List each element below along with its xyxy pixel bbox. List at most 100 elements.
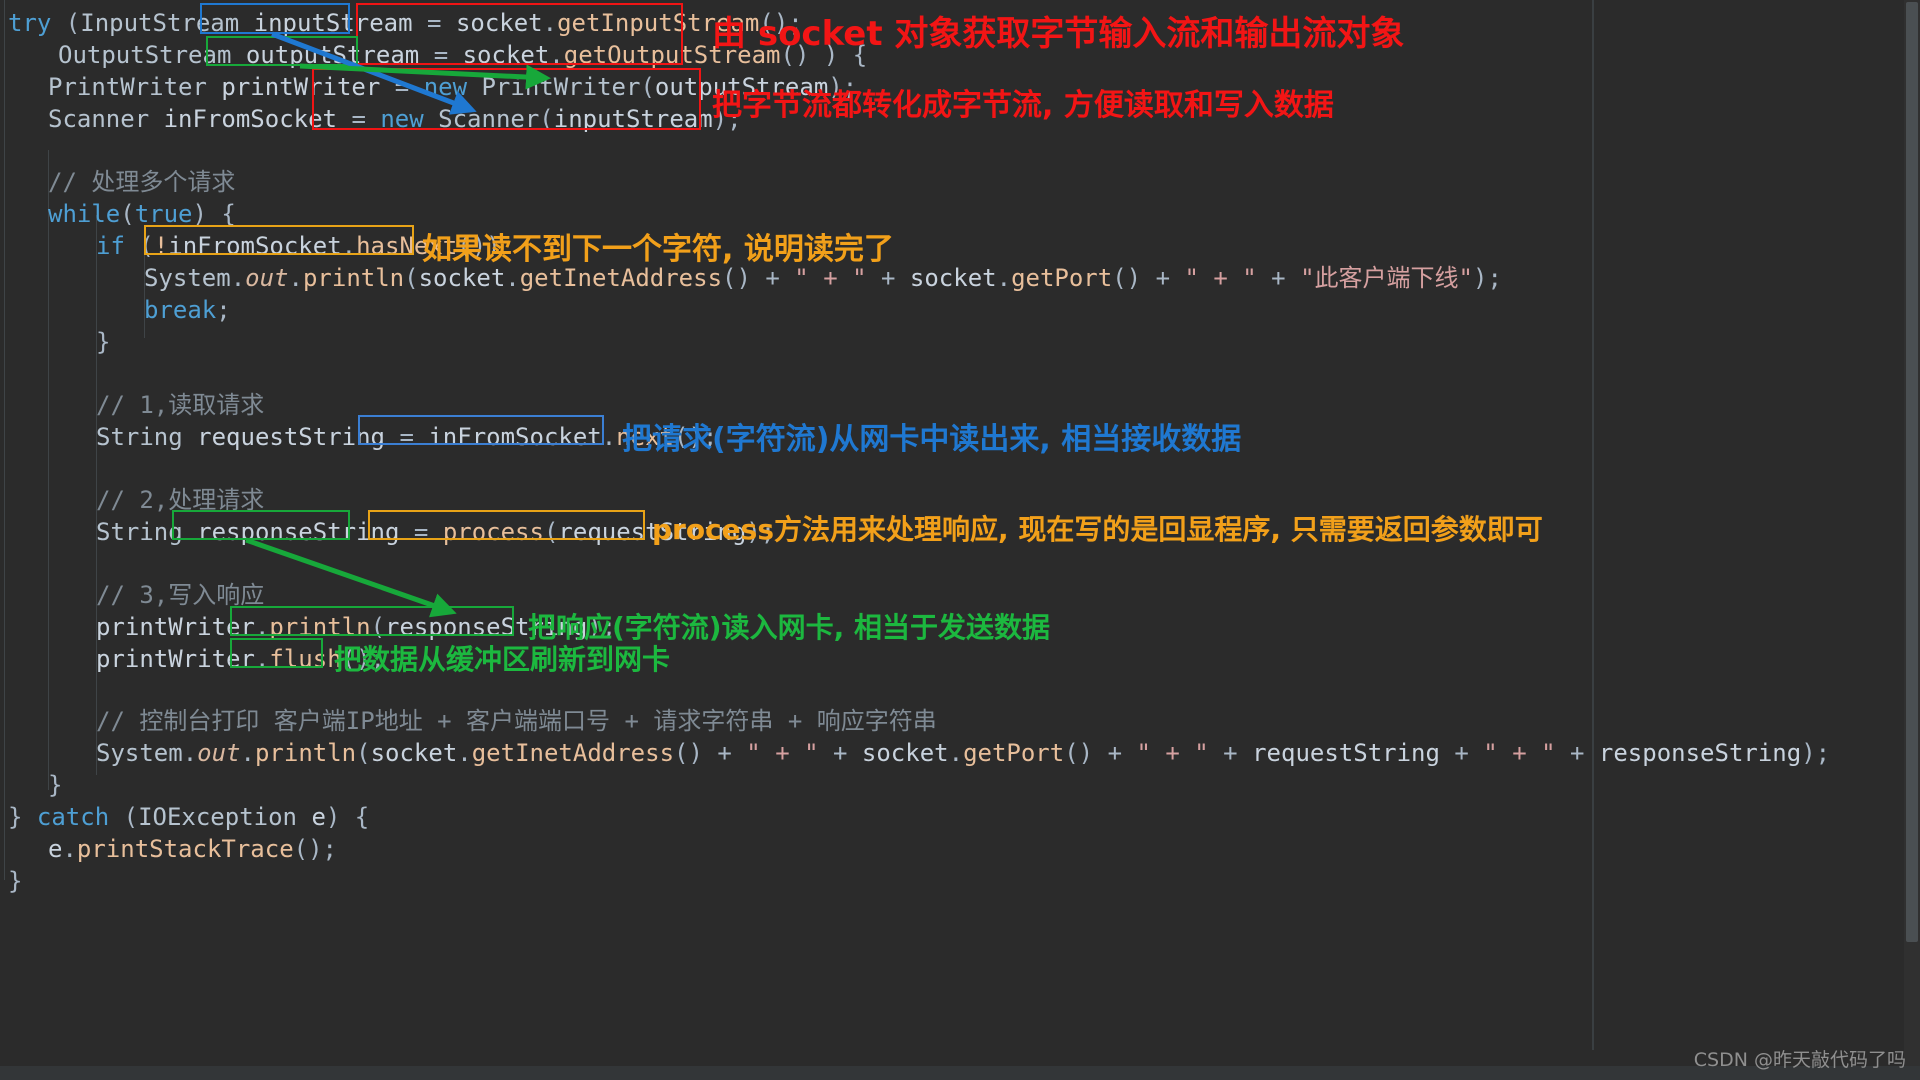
code-token: " + " (1184, 264, 1257, 292)
code-token: socket (418, 264, 506, 292)
code-token: IOException (138, 803, 312, 831)
code-token: ( (65, 9, 81, 37)
code-token: PrintWriter (48, 73, 222, 101)
code-token: process (442, 518, 544, 546)
code-token: } (8, 803, 37, 831)
code-line: e.printStackTrace(); (48, 830, 337, 868)
code-token: out (245, 264, 289, 292)
code-token: InputStream (80, 9, 254, 37)
code-token: . (254, 645, 270, 673)
code-token: inFromSocket (428, 423, 602, 451)
code-token: println (269, 613, 371, 641)
annotation-convert-streams: 把字节流都转化成字节流, 方便读取和写入数据 (712, 88, 1334, 123)
code-token: inFromSocket (168, 232, 342, 260)
code-token: printWriter (96, 613, 255, 641)
code-token: ( (120, 200, 135, 228)
code-token: " + " (1136, 739, 1209, 767)
code-token: } (48, 771, 63, 799)
code-token: ; (216, 296, 231, 324)
code-token: + (1107, 739, 1137, 767)
code-token: . (288, 264, 303, 292)
code-token: out (197, 739, 241, 767)
code-token: println (254, 739, 357, 767)
code-token: "此客户端下线" (1300, 264, 1473, 292)
code-token: . (341, 232, 357, 260)
code-token: printWriter (221, 73, 395, 101)
indent-guide (48, 150, 49, 790)
code-token: . (996, 264, 1012, 292)
code-token: + (1454, 739, 1484, 767)
code-token: = (427, 9, 456, 37)
code-token: responseString (197, 518, 414, 546)
code-token: . (601, 423, 617, 451)
code-token: inputStream (253, 9, 428, 37)
code-line: break; (144, 291, 231, 329)
code-token: outputStream (245, 41, 434, 69)
code-token: ( (139, 232, 154, 260)
code-token: . (254, 613, 270, 641)
code-token: = (413, 518, 443, 546)
code-token: printStackTrace (76, 835, 294, 863)
vertical-scrollbar[interactable] (1904, 0, 1920, 1080)
code-token: catch (36, 803, 124, 831)
code-token: ( (356, 739, 371, 767)
annotation-flush: 把数据从缓冲区刷新到网卡 (334, 643, 671, 676)
code-line: System.out.println(socket.getInetAddress… (96, 734, 1830, 772)
code-token: String (96, 423, 198, 451)
code-token: + (1208, 739, 1253, 767)
code-token: . (182, 739, 198, 767)
code-token: println (302, 264, 405, 292)
annotation-hasnext: 如果读不到下一个字符, 说明读完了 (422, 232, 894, 267)
code-line: } (8, 862, 22, 900)
code-token: ! (153, 232, 169, 260)
code-token: true (134, 200, 193, 228)
code-token: e (311, 803, 326, 831)
code-token: + (717, 739, 747, 767)
code-token: getInetAddress (519, 264, 723, 292)
code-token: getPort (963, 739, 1065, 767)
code-token: System (144, 264, 231, 292)
code-token: socket (455, 9, 543, 37)
code-token: () (674, 739, 718, 767)
code-token: socket (462, 41, 550, 69)
code-token: new (380, 105, 439, 133)
annotation-get-streams: 由 socket 对象获取字节输入流和输出流对象 (712, 14, 1405, 54)
code-token: inputStream (553, 105, 713, 133)
code-token: // 控制台打印 客户端IP地址 + 客户端端口号 + 请求字符串 + 响应字符… (96, 707, 937, 735)
code-token: = (399, 423, 429, 451)
code-editor[interactable]: try (InputStream inputStream = socket.ge… (0, 0, 1920, 1080)
annotation-process-method: process方法用来处理响应, 现在写的是回显程序, 只需要返回参数即可 (652, 513, 1543, 546)
code-token: " + " (794, 264, 867, 292)
code-token: = (433, 41, 463, 69)
code-token: (); (293, 835, 338, 863)
editor-split-divider (1592, 0, 1594, 1050)
code-line: Scanner inFromSocket = new Scanner(input… (48, 100, 742, 138)
code-token: = (394, 73, 424, 101)
code-token: getInetAddress (471, 739, 675, 767)
code-token: = (351, 105, 381, 133)
vertical-scrollbar-thumb[interactable] (1906, 2, 1918, 942)
code-token: inFromSocket (163, 105, 352, 133)
code-token: " + " (746, 739, 819, 767)
code-token: ); (1473, 264, 1502, 292)
code-token: . (549, 41, 564, 69)
code-token: ) { (325, 803, 370, 831)
code-token: // 2,处理请求 (96, 486, 265, 514)
code-token: System (96, 739, 183, 767)
code-token: while (48, 200, 121, 228)
code-token: // 1,读取请求 (96, 391, 265, 419)
code-token: . (542, 9, 558, 37)
code-token: Scanner (438, 105, 540, 133)
code-token: ( (123, 803, 139, 831)
code-token: } (8, 867, 23, 895)
code-line: } (96, 323, 110, 361)
code-token: new (423, 73, 482, 101)
code-token: try (8, 9, 66, 37)
code-token: . (240, 739, 255, 767)
code-token: () (722, 264, 766, 292)
code-token: + (818, 739, 862, 767)
code-token: . (948, 739, 964, 767)
code-token: OutputStream (58, 41, 246, 69)
code-token: printWriter (96, 645, 255, 673)
code-token: " + " (1483, 739, 1556, 767)
